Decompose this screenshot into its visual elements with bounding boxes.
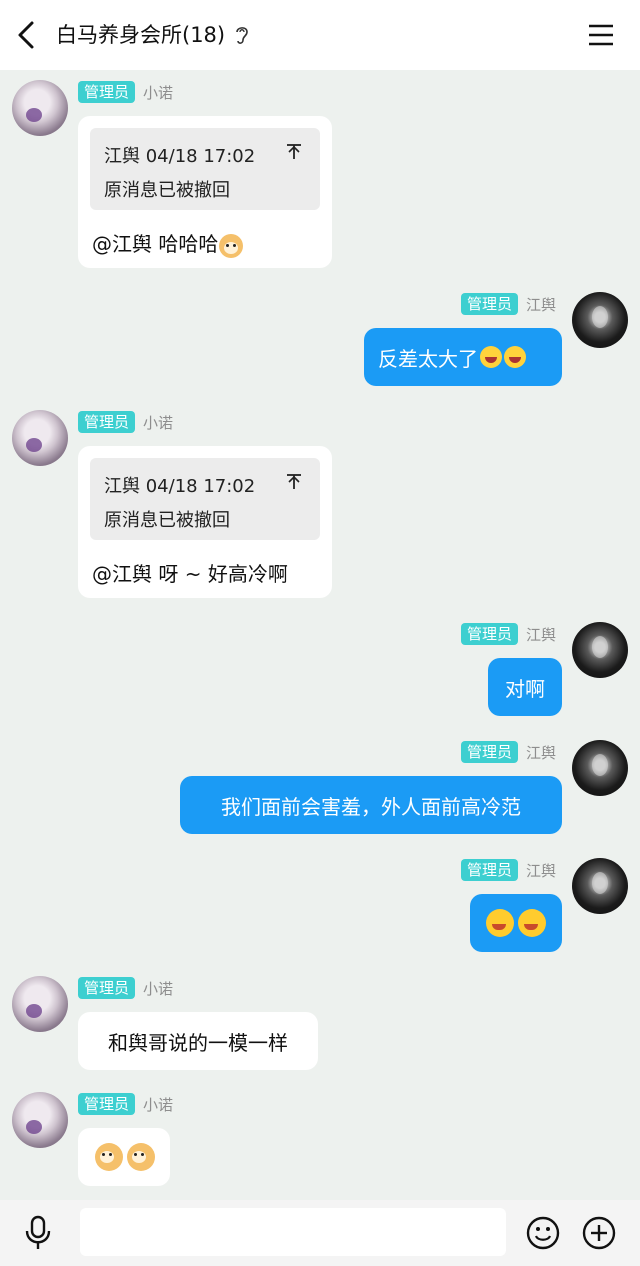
sender-name: 小诺 bbox=[143, 83, 174, 102]
back-arrow-icon[interactable] bbox=[12, 18, 44, 52]
message-text: @江舆 呀 ~ 好高冷啊 bbox=[92, 562, 288, 586]
sender-name: 小诺 bbox=[143, 1095, 174, 1114]
message-text: 和舆哥说的一模一样 bbox=[108, 1030, 288, 1055]
sender-name: 江舆 bbox=[525, 625, 556, 644]
quote-text: 原消息已被撤回 bbox=[104, 510, 230, 531]
admin-badge: 管理员 bbox=[78, 1093, 136, 1115]
sender-name: 小诺 bbox=[143, 413, 174, 432]
sender-meta: 管理员 江舆 bbox=[460, 292, 556, 316]
admin-badge: 管理员 bbox=[78, 411, 136, 433]
message-text: @江舆 哈哈哈 bbox=[92, 228, 244, 258]
avatar[interactable] bbox=[572, 858, 628, 914]
avatar[interactable] bbox=[572, 292, 628, 348]
avatar[interactable] bbox=[12, 80, 68, 136]
chat-header: 白马养身会所(18) bbox=[0, 0, 640, 70]
sender-meta: 管理员 小诺 bbox=[78, 410, 173, 434]
sender-name: 江舆 bbox=[525, 295, 556, 314]
avatar[interactable] bbox=[12, 1092, 68, 1148]
sender-meta: 管理员 小诺 bbox=[78, 976, 173, 1000]
admin-badge: 管理员 bbox=[460, 741, 518, 763]
message-text: 我们面前会害羞，外人面前高冷范 bbox=[221, 794, 521, 819]
message-bubble[interactable]: 江舆 04/18 17:02 原消息已被撤回 @江舆 呀 ~ 好高冷啊 bbox=[78, 446, 332, 598]
plus-circle-icon[interactable] bbox=[582, 1216, 616, 1250]
message-bubble[interactable]: 反差太大了 bbox=[364, 328, 562, 386]
message-bubble[interactable]: 和舆哥说的一模一样 bbox=[78, 1012, 318, 1070]
shiba-dog-emoji bbox=[94, 1143, 123, 1171]
sender-meta: 管理员 江舆 bbox=[460, 858, 556, 882]
microphone-icon[interactable] bbox=[24, 1214, 52, 1252]
message-bubble[interactable]: 江舆 04/18 17:02 原消息已被撤回 @江舆 哈哈哈 bbox=[78, 116, 332, 268]
jump-to-original-icon[interactable] bbox=[284, 471, 304, 491]
laughing-tears-emoji bbox=[504, 346, 526, 368]
emoji-smile-icon[interactable] bbox=[526, 1216, 560, 1250]
quote-text: 原消息已被撤回 bbox=[104, 180, 230, 201]
quoted-message[interactable]: 江舆 04/18 17:02 原消息已被撤回 bbox=[90, 128, 320, 210]
message-text: 对啊 bbox=[505, 676, 545, 701]
message-composer bbox=[0, 1200, 640, 1266]
shiba-dog-emoji bbox=[219, 233, 244, 258]
sender-meta: 管理员 小诺 bbox=[78, 1092, 173, 1116]
shiba-dog-emoji bbox=[126, 1143, 155, 1171]
quote-author-time: 江舆 04/18 17:02 bbox=[104, 146, 256, 167]
avatar[interactable] bbox=[572, 622, 628, 678]
admin-badge: 管理员 bbox=[78, 977, 136, 999]
chat-title[interactable]: 白马养身会所(18) bbox=[56, 19, 225, 49]
avatar[interactable] bbox=[12, 976, 68, 1032]
admin-badge: 管理员 bbox=[460, 859, 518, 881]
message-bubble[interactable] bbox=[78, 1128, 170, 1186]
sender-meta: 管理员 江舆 bbox=[460, 740, 556, 764]
menu-icon[interactable] bbox=[585, 21, 617, 49]
laughing-wink-emoji bbox=[518, 909, 546, 937]
message-list[interactable]: 管理员 小诺 江舆 04/18 17:02 原消息已被撤回 @江舆 哈哈哈 管理… bbox=[0, 70, 640, 1200]
message-input[interactable] bbox=[80, 1208, 506, 1256]
sender-name: 江舆 bbox=[525, 743, 556, 762]
sender-meta: 管理员 小诺 bbox=[78, 80, 173, 104]
admin-badge: 管理员 bbox=[78, 81, 136, 103]
laughing-wink-emoji bbox=[486, 909, 514, 937]
admin-badge: 管理员 bbox=[460, 623, 518, 645]
sender-name: 江舆 bbox=[525, 861, 556, 880]
quote-author-time: 江舆 04/18 17:02 bbox=[104, 476, 256, 497]
jump-to-original-icon[interactable] bbox=[284, 141, 304, 161]
laughing-tears-emoji bbox=[480, 346, 502, 368]
sender-name: 小诺 bbox=[143, 979, 174, 998]
message-bubble[interactable]: 对啊 bbox=[488, 658, 562, 716]
message-text: 反差太大了 bbox=[378, 346, 478, 371]
avatar[interactable] bbox=[572, 740, 628, 796]
admin-badge: 管理员 bbox=[460, 293, 518, 315]
sender-meta: 管理员 江舆 bbox=[460, 622, 556, 646]
avatar[interactable] bbox=[12, 410, 68, 466]
message-text-content: @江舆 哈哈哈 bbox=[92, 232, 219, 256]
quoted-message[interactable]: 江舆 04/18 17:02 原消息已被撤回 bbox=[90, 458, 320, 540]
message-bubble[interactable] bbox=[470, 894, 562, 952]
message-bubble[interactable]: 我们面前会害羞，外人面前高冷范 bbox=[180, 776, 562, 834]
ear-icon bbox=[236, 27, 248, 44]
